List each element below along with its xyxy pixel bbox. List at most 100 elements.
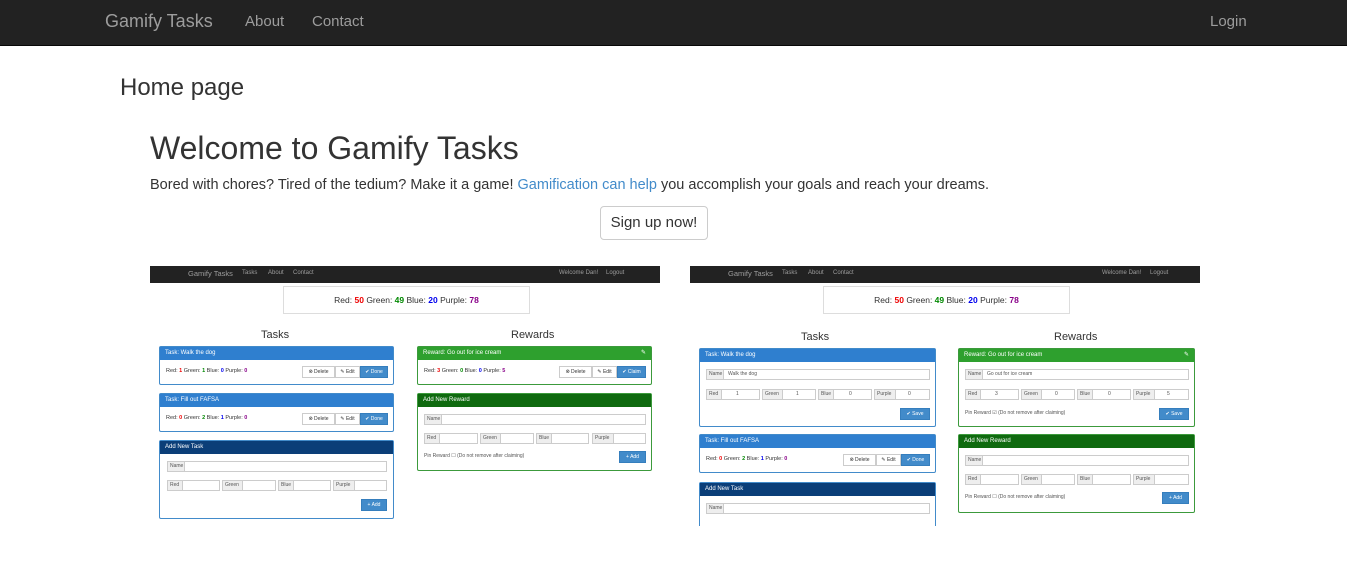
mini-green-label: Green [1021,474,1042,485]
mini-blue-field [551,433,589,444]
mini-task-title: Task: Walk the dog [700,349,935,362]
mini-add-button: + Add [361,499,387,511]
navbar: Gamify Tasks About Contact Login [0,0,1347,46]
mini-purple-label: Purple [333,480,355,491]
mini-blue-field [833,389,872,400]
mini-nav-tasks: Tasks [242,270,258,276]
mini-blue-field [293,480,331,491]
screenshot-editing: Gamify Tasks Tasks About Contact Welcome… [690,266,1200,526]
mini-blue-label: Blue [1077,389,1093,400]
mini-green-field [1041,474,1075,485]
brand-link[interactable]: Gamify Tasks [105,11,213,32]
mini-rewards-header: Rewards [1054,331,1098,343]
mini-green-label: Green [222,480,243,491]
mini-task-title: Task: Walk the dog [160,347,393,360]
mini-pin-reward: Pin Reward ☐ (Do not remove after claimi… [965,494,1066,500]
mini-done-button: ✔ Done [901,454,930,466]
mini-task-stats: Red: 1 Green: 1 Blue: 0 Purple: 0 [166,368,248,374]
mini-purple-field [1154,474,1189,485]
mini-green-field [1041,389,1075,400]
gamification-link[interactable]: Gamification can help [518,177,657,193]
mini-name-field [723,503,930,514]
mini-delete-button: ⊗ Delete [302,413,335,425]
mini-red-label: Red [167,480,183,491]
mini-name-label: Name [965,455,983,466]
mini-edit-button: ✎ Edit [335,413,360,425]
mini-purple-value: 5 [1167,391,1170,397]
mini-add-task-panel: Add New Task Name [699,482,936,526]
mini-logout: Logout [1150,270,1169,276]
mini-task-panel: Task: Fill out FAFSA Red: 0 Green: 2 Blu… [159,393,394,432]
mini-add-reward-title: Add New Reward [959,435,1194,448]
lead-text-before: Bored with chores? Tired of the tedium? … [150,177,518,193]
mini-green-value: 1 [796,391,799,397]
nav-contact-link[interactable]: Contact [312,13,364,30]
mini-green-value: 0 [1055,391,1058,397]
mini-add-reward-title: Add New Reward [418,394,651,407]
mini-purple-label: Purple [874,389,896,400]
mini-green-label: Green [762,389,783,400]
mini-pin-reward: Pin Reward ☐ (Do not remove after claimi… [424,453,525,459]
mini-red-field [182,480,220,491]
mini-nav-contact: Contact [293,270,314,276]
mini-edit-button: ✎ Edit [592,366,617,378]
mini-red-label: Red [965,474,981,485]
mini-delete-button: ⊗ Delete [843,454,876,466]
mini-brand: Gamify Tasks [728,269,773,278]
mini-pin-reward: Pin Reward ☑ (Do not remove after claimi… [965,410,1066,416]
mini-logout: Logout [606,270,625,276]
mini-nav-tasks: Tasks [782,270,798,276]
mini-reward-panel: Reward: Go out for ice cream ✎ Red: 3 Gre… [417,346,652,385]
mini-red-label: Red [706,389,722,400]
mini-save-button: ✔ Save [900,408,930,420]
nav-about-link[interactable]: About [245,13,284,30]
mini-reward-title: Reward: Go out for ice cream ✎ [418,347,651,360]
mini-name-label: Name [167,461,185,472]
mini-green-field [782,389,816,400]
mini-welcome: Welcome Dan! [559,270,599,276]
mini-navbar: Gamify Tasks Tasks About Contact Welcome… [690,266,1200,283]
mini-green-label: Green [480,433,501,444]
mini-blue-label: Blue [1077,474,1093,485]
mini-red-label: Red [965,389,981,400]
nav-login-link[interactable]: Login [1210,13,1247,30]
signup-button[interactable]: Sign up now! [600,206,708,240]
mini-purple-field [613,433,646,444]
mini-done-button: ✔ Done [360,366,388,378]
mini-task-title: Task: Fill out FAFSA [700,435,935,448]
mini-add-reward-panel: Add New Reward Name Red Green Blue Purpl… [417,393,652,471]
mini-green-field [242,480,276,491]
mini-edit-reward-panel: Reward: Go out for ice cream ✎ Name Go ou… [958,348,1195,427]
mini-name-label: Name [706,369,724,380]
mini-tasks-header: Tasks [801,331,830,343]
screenshot-overview: Gamify Tasks Tasks About Contact Welcome… [150,266,660,526]
pin-icon: ✎ [640,350,646,356]
mini-task-title: Task: Fill out FAFSA [160,394,393,407]
mini-red-field [980,474,1019,485]
mini-red-field [980,389,1019,400]
mini-name-field [184,461,387,472]
welcome-heading: Welcome to Gamify Tasks [150,130,519,166]
mini-name-field [982,455,1189,466]
mini-task-stats: Red: 0 Green: 2 Blue: 1 Purple: 0 [166,415,248,421]
mini-task-panel: Task: Walk the dog Red: 1 Green: 1 Blue:… [159,346,394,385]
mini-blue-label: Blue [278,480,294,491]
mini-purple-label: Purple [592,433,614,444]
mini-name-field [441,414,646,425]
mini-name-label: Name [965,369,983,380]
mini-edit-button: ✎ Edit [335,366,360,378]
lead-text-after: you accomplish your goals and reach your… [656,177,990,193]
mini-red-value: 3 [995,391,998,397]
mini-purple-field [895,389,930,400]
mini-blue-label: Blue [536,433,552,444]
mini-purple-field [1154,389,1189,400]
lead-text: Bored with chores? Tired of the tedium? … [150,177,989,193]
mini-name-label: Name [424,414,442,425]
mini-brand: Gamify Tasks [188,269,233,278]
mini-tasks-header: Tasks [261,329,290,341]
mini-edit-button: ✎ Edit [876,454,901,466]
mini-blue-value: 0 [849,391,852,397]
mini-done-button: ✔ Done [360,413,388,425]
mini-add-task-title: Add New Task [160,441,393,454]
page-title: Home page [120,74,245,101]
